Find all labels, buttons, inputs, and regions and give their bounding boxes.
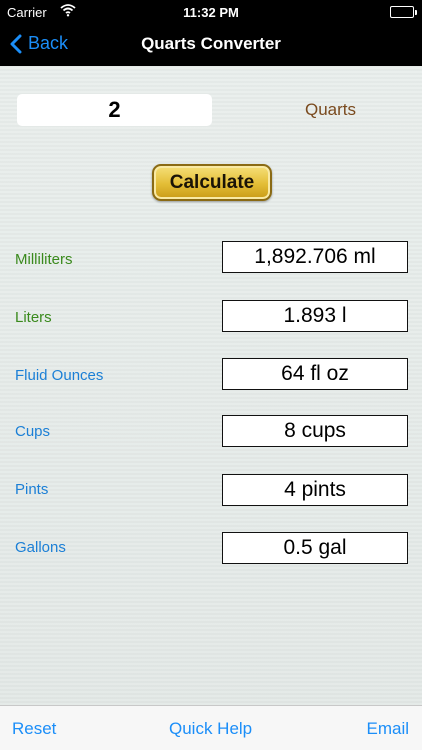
pints-value: 4 pints xyxy=(222,474,408,506)
gallons-value: 0.5 gal xyxy=(222,532,408,564)
bottom-toolbar: Reset Quick Help Email xyxy=(0,705,422,750)
email-button[interactable]: Email xyxy=(366,719,409,739)
gallons-label: Gallons xyxy=(15,539,66,556)
quick-help-button[interactable]: Quick Help xyxy=(169,719,252,739)
converter-panel: 2 Quarts Calculate Milliliters 1,892.706… xyxy=(0,66,422,705)
page-title: Quarts Converter xyxy=(141,34,281,53)
navigation-bar: Back Quarts Converter xyxy=(0,24,422,66)
milliliters-value: 1,892.706 ml xyxy=(222,241,408,273)
clock: 11:32 PM xyxy=(183,5,239,20)
calculate-button[interactable]: Calculate xyxy=(152,164,272,201)
liters-label: Liters xyxy=(15,309,52,326)
liters-value: 1.893 l xyxy=(222,300,408,332)
status-bar: Carrier 11:32 PM xyxy=(0,0,422,24)
quantity-input[interactable]: 2 xyxy=(17,94,212,126)
battery-icon xyxy=(390,6,417,18)
fluid-ounces-value: 64 fl oz xyxy=(222,358,408,390)
cups-label: Cups xyxy=(15,423,51,440)
fluid-ounces-label: Fluid Ounces xyxy=(15,367,104,384)
cups-value: 8 cups xyxy=(222,415,408,447)
pints-label: Pints xyxy=(15,481,49,498)
reset-button[interactable]: Reset xyxy=(12,719,56,739)
milliliters-label: Milliliters xyxy=(15,251,73,268)
unit-label: Quarts xyxy=(305,100,357,119)
